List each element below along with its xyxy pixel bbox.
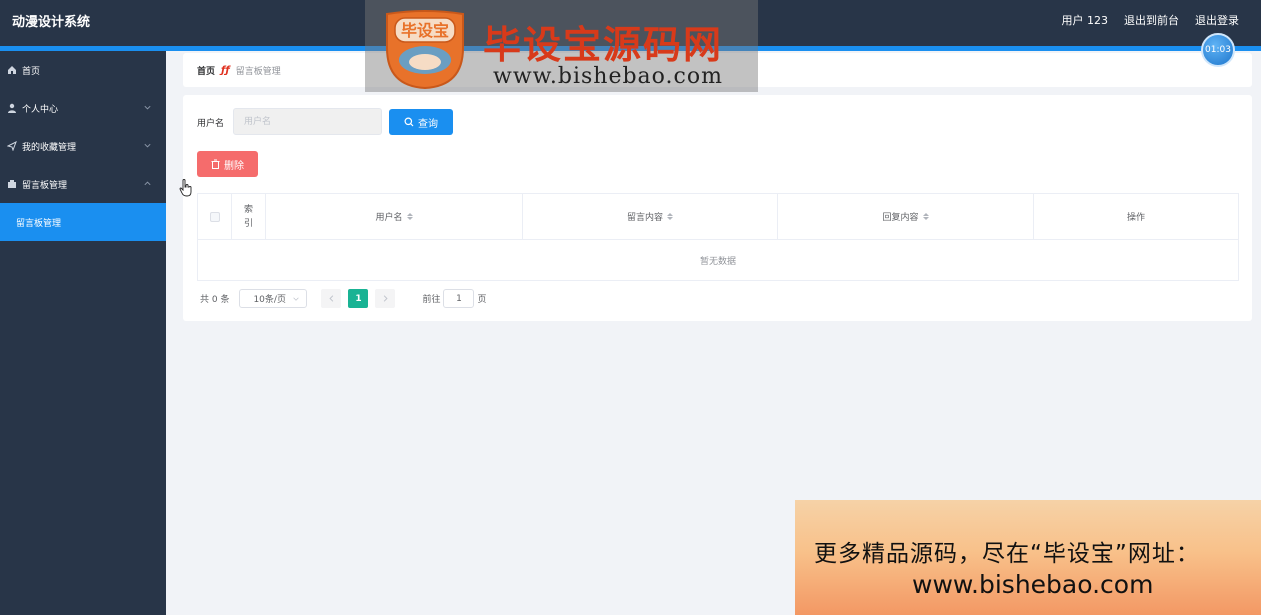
header-index-char-2: 引 [243, 218, 253, 229]
watermark-url: www.bishebao.com [493, 64, 723, 89]
page-size-value: 10条/页 [253, 295, 286, 305]
delete-button[interactable]: 删除 [197, 151, 258, 177]
header-index-char-1: 索 [243, 204, 253, 215]
sidebar-item-label: 个人中心 [22, 104, 59, 115]
logout-link[interactable]: 退出登录 [1195, 12, 1239, 28]
pagination: 共 0 条 10条/页 1 前往 页 [200, 289, 486, 308]
sidebar-item-label: 留言板管理 [22, 180, 68, 191]
sidebar: 首页 个人中心 我的收藏管理 留言板管理 留言板管理 [0, 51, 166, 615]
trash-icon [211, 159, 220, 169]
chevron-right-icon [383, 295, 388, 302]
exit-to-frontend-link[interactable]: 退出到前台 [1124, 12, 1179, 28]
chevron-down-icon [144, 105, 151, 110]
chevron-down-icon [144, 143, 151, 148]
page-number-button[interactable]: 1 [348, 289, 369, 308]
breadcrumb-separator-icon: ƒƒ [221, 64, 230, 76]
sidebar-item-label: 留言板管理 [16, 218, 62, 229]
table-empty-row: 暂无数据 [198, 240, 1238, 281]
current-user-label[interactable]: 用户 123 [1062, 12, 1109, 28]
goto-label: 前往 [422, 295, 441, 305]
pagination-total: 共 0 条 [200, 295, 230, 305]
page-size-select[interactable]: 10条/页 [239, 289, 308, 308]
ad-line-2: www.bishebao.com [912, 570, 1154, 599]
hand-cursor-icon [179, 179, 192, 197]
header-message-content[interactable]: 留言内容 [523, 194, 778, 239]
header-select-all[interactable] [198, 194, 232, 239]
top-links: 用户 123 退出到前台 退出登录 [1062, 12, 1240, 28]
prev-page-button[interactable] [321, 289, 342, 308]
header-index: 索 引 [232, 194, 266, 239]
watermark-overlay: 毕设宝 毕设宝源码网 www.bishebao.com [365, 0, 758, 92]
delete-button-label: 删除 [224, 160, 244, 172]
header-operation: 操作 [1034, 194, 1238, 239]
header-operation-label: 操作 [1126, 213, 1145, 223]
empty-text: 暂无数据 [699, 256, 736, 267]
sidebar-item-label: 首页 [22, 66, 41, 77]
message-table: 索 引 用户名 留言内容 回复内容 操作 暂无数据 [197, 193, 1239, 281]
ad-banner[interactable]: 更多精品源码，尽在“毕设宝”网址： www.bishebao.com [795, 500, 1261, 615]
header-username[interactable]: 用户名 [266, 194, 523, 239]
box-icon [6, 178, 18, 190]
goto-page-input[interactable] [443, 289, 475, 308]
table-header-row: 索 引 用户名 留言内容 回复内容 操作 [198, 194, 1238, 240]
ad-line-1: 更多精品源码，尽在“毕设宝”网址： [814, 541, 1200, 567]
sidebar-item-message-board[interactable]: 留言板管理 [0, 165, 166, 203]
sidebar-item-favorites[interactable]: 我的收藏管理 [0, 127, 166, 165]
goto-page: 前往 页 [422, 289, 486, 308]
watermark-title: 毕设宝源码网 [483, 23, 724, 67]
chevron-down-icon [293, 297, 300, 301]
breadcrumb-home[interactable]: 首页 [197, 64, 215, 77]
header-reply-label: 回复内容 [882, 213, 919, 223]
sidebar-item-label: 我的收藏管理 [22, 142, 77, 153]
timer-badge: 01:03 [1201, 33, 1235, 67]
header-reply-content[interactable]: 回复内容 [778, 194, 1034, 239]
sidebar-item-home[interactable]: 首页 [0, 51, 166, 89]
send-icon [6, 140, 18, 152]
app-title: 动漫设计系统 [12, 15, 91, 30]
user-icon [6, 102, 18, 114]
next-page-button[interactable] [375, 289, 396, 308]
chevron-up-icon [144, 181, 151, 186]
sort-icon[interactable] [667, 213, 673, 220]
chevron-left-icon [329, 295, 334, 302]
sort-icon[interactable] [922, 213, 929, 220]
breadcrumb-current: 留言板管理 [235, 66, 281, 77]
svg-text:毕设宝: 毕设宝 [401, 21, 449, 40]
header-message-label: 留言内容 [626, 213, 663, 223]
watermark-logo: 毕设宝 [386, 10, 464, 90]
search-icon [404, 117, 414, 127]
search-button[interactable]: 查询 [389, 109, 453, 135]
select-all-checkbox[interactable] [209, 211, 220, 222]
sidebar-subitem-message-board-manage[interactable]: 留言板管理 [0, 203, 166, 241]
username-filter-label: 用户名 [197, 119, 225, 129]
home-icon [6, 64, 18, 76]
goto-unit: 页 [477, 295, 487, 305]
search-button-label: 查询 [418, 118, 438, 130]
header-username-label: 用户名 [375, 213, 403, 223]
content-card: 用户名 查询 删除 索 引 用户名 留言内容 回复内容 [183, 95, 1252, 321]
sort-icon[interactable] [406, 213, 413, 220]
sidebar-item-personal-center[interactable]: 个人中心 [0, 89, 166, 127]
username-search-input[interactable] [233, 108, 382, 135]
